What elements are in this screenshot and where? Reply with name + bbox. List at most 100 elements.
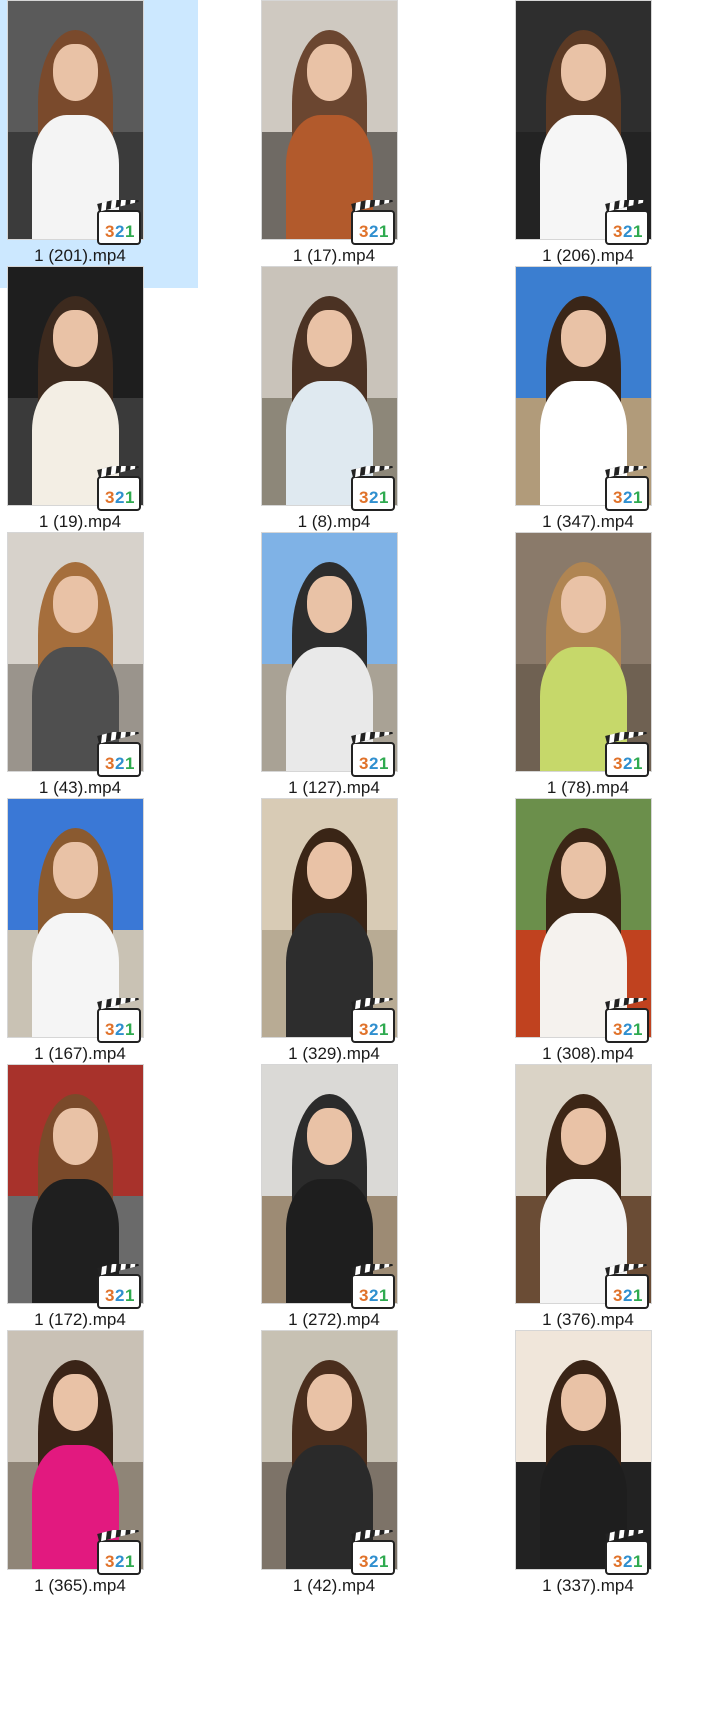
file-item[interactable]: 3 2 1 1 (337).mp4 (508, 1330, 705, 1618)
svg-text:3: 3 (359, 1020, 368, 1039)
thumbnail-subject-face (306, 309, 353, 367)
thumbnail-subject-face (306, 575, 353, 633)
svg-text:3: 3 (105, 754, 114, 773)
svg-text:1: 1 (633, 1286, 642, 1305)
media-player-classic-321-icon: 3 2 1 (604, 460, 650, 512)
svg-text:2: 2 (115, 488, 124, 507)
svg-text:1: 1 (125, 1020, 134, 1039)
svg-text:3: 3 (359, 488, 368, 507)
svg-text:2: 2 (115, 1286, 124, 1305)
svg-text:3: 3 (613, 1286, 622, 1305)
svg-text:3: 3 (613, 754, 622, 773)
file-item[interactable]: 3 2 1 1 (17).mp4 (254, 0, 470, 288)
svg-text:2: 2 (623, 1286, 632, 1305)
file-item[interactable]: 3 2 1 1 (272).mp4 (254, 1064, 470, 1352)
svg-text:3: 3 (359, 1552, 368, 1571)
file-item[interactable]: 3 2 1 1 (172).mp4 (0, 1064, 198, 1352)
svg-text:1: 1 (633, 754, 642, 773)
thumbnail-subject-face (306, 43, 353, 101)
file-item[interactable]: 3 2 1 1 (19).mp4 (0, 266, 198, 554)
svg-text:2: 2 (115, 1552, 124, 1571)
svg-text:1: 1 (125, 222, 134, 241)
file-name: 1 (78).mp4 (546, 778, 630, 797)
thumbnail-subject-face (52, 43, 99, 101)
file-item[interactable]: 3 2 1 1 (78).mp4 (508, 532, 705, 820)
svg-text:1: 1 (379, 1552, 388, 1571)
svg-text:1: 1 (125, 1552, 134, 1571)
svg-text:1: 1 (125, 488, 134, 507)
thumbnail-subject-face (306, 1107, 353, 1165)
svg-text:3: 3 (359, 222, 368, 241)
thumbnail-subject-face (560, 575, 607, 633)
svg-text:2: 2 (623, 754, 632, 773)
file-item[interactable]: 3 2 1 1 (365).mp4 (0, 1330, 198, 1618)
file-name: 1 (337).mp4 (542, 1576, 634, 1595)
svg-text:1: 1 (379, 1020, 388, 1039)
svg-text:1: 1 (633, 1552, 642, 1571)
file-name: 1 (172).mp4 (34, 1310, 126, 1329)
file-name: 1 (206).mp4 (542, 246, 634, 265)
media-player-classic-321-icon: 3 2 1 (96, 460, 142, 512)
file-name: 1 (167).mp4 (34, 1044, 126, 1063)
svg-text:3: 3 (105, 222, 114, 241)
thumbnail-subject-face (52, 841, 99, 899)
svg-text:1: 1 (379, 1286, 388, 1305)
svg-text:2: 2 (115, 754, 124, 773)
media-player-classic-321-icon: 3 2 1 (604, 992, 650, 1044)
file-item[interactable]: 3 2 1 1 (329).mp4 (254, 798, 470, 1086)
svg-text:2: 2 (369, 1552, 378, 1571)
media-player-classic-321-icon: 3 2 1 (96, 1524, 142, 1576)
file-name: 1 (42).mp4 (292, 1576, 376, 1595)
file-name: 1 (347).mp4 (542, 512, 634, 531)
file-name: 1 (19).mp4 (38, 512, 122, 531)
svg-text:2: 2 (623, 1552, 632, 1571)
thumbnail-subject-face (306, 1373, 353, 1431)
file-item[interactable]: 3 2 1 1 (8).mp4 (254, 266, 470, 554)
media-player-classic-321-icon: 3 2 1 (604, 1524, 650, 1576)
file-item[interactable]: 3 2 1 1 (376).mp4 (508, 1064, 705, 1352)
file-item[interactable]: 3 2 1 1 (206).mp4 (508, 0, 705, 288)
thumbnail-subject-face (52, 1107, 99, 1165)
file-item[interactable]: 3 2 1 1 (167).mp4 (0, 798, 198, 1086)
svg-text:1: 1 (633, 222, 642, 241)
file-name: 1 (43).mp4 (38, 778, 122, 797)
thumbnail-subject-face (52, 575, 99, 633)
file-name: 1 (201).mp4 (34, 246, 126, 265)
svg-text:3: 3 (613, 1020, 622, 1039)
file-item[interactable]: 3 2 1 1 (201).mp4 (0, 0, 198, 288)
file-item[interactable]: 3 2 1 1 (308).mp4 (508, 798, 705, 1086)
file-item[interactable]: 3 2 1 1 (42).mp4 (254, 1330, 470, 1618)
svg-text:3: 3 (105, 488, 114, 507)
svg-text:2: 2 (623, 1020, 632, 1039)
file-name: 1 (365).mp4 (34, 1576, 126, 1595)
file-item[interactable]: 3 2 1 1 (127).mp4 (254, 532, 470, 820)
file-name: 1 (272).mp4 (288, 1310, 380, 1329)
thumbnail-subject-face (560, 1107, 607, 1165)
svg-text:3: 3 (359, 754, 368, 773)
svg-text:2: 2 (623, 222, 632, 241)
file-item[interactable]: 3 2 1 1 (347).mp4 (508, 266, 705, 554)
svg-text:1: 1 (633, 488, 642, 507)
media-player-classic-321-icon: 3 2 1 (350, 1258, 396, 1310)
svg-text:2: 2 (369, 222, 378, 241)
file-name: 1 (17).mp4 (292, 246, 376, 265)
media-player-classic-321-icon: 3 2 1 (350, 726, 396, 778)
media-player-classic-321-icon: 3 2 1 (350, 1524, 396, 1576)
svg-text:2: 2 (369, 488, 378, 507)
thumbnail-subject-face (560, 309, 607, 367)
media-player-classic-321-icon: 3 2 1 (96, 992, 142, 1044)
svg-text:1: 1 (125, 1286, 134, 1305)
svg-text:2: 2 (369, 1020, 378, 1039)
svg-text:2: 2 (115, 222, 124, 241)
thumbnail-subject-face (560, 841, 607, 899)
svg-text:2: 2 (369, 1286, 378, 1305)
svg-text:1: 1 (379, 222, 388, 241)
media-player-classic-321-icon: 3 2 1 (350, 992, 396, 1044)
file-name: 1 (8).mp4 (297, 512, 371, 531)
svg-text:3: 3 (359, 1286, 368, 1305)
svg-text:3: 3 (105, 1286, 114, 1305)
svg-text:1: 1 (379, 488, 388, 507)
file-item[interactable]: 3 2 1 1 (43).mp4 (0, 532, 198, 820)
file-name: 1 (376).mp4 (542, 1310, 634, 1329)
thumbnail-subject-face (560, 1373, 607, 1431)
